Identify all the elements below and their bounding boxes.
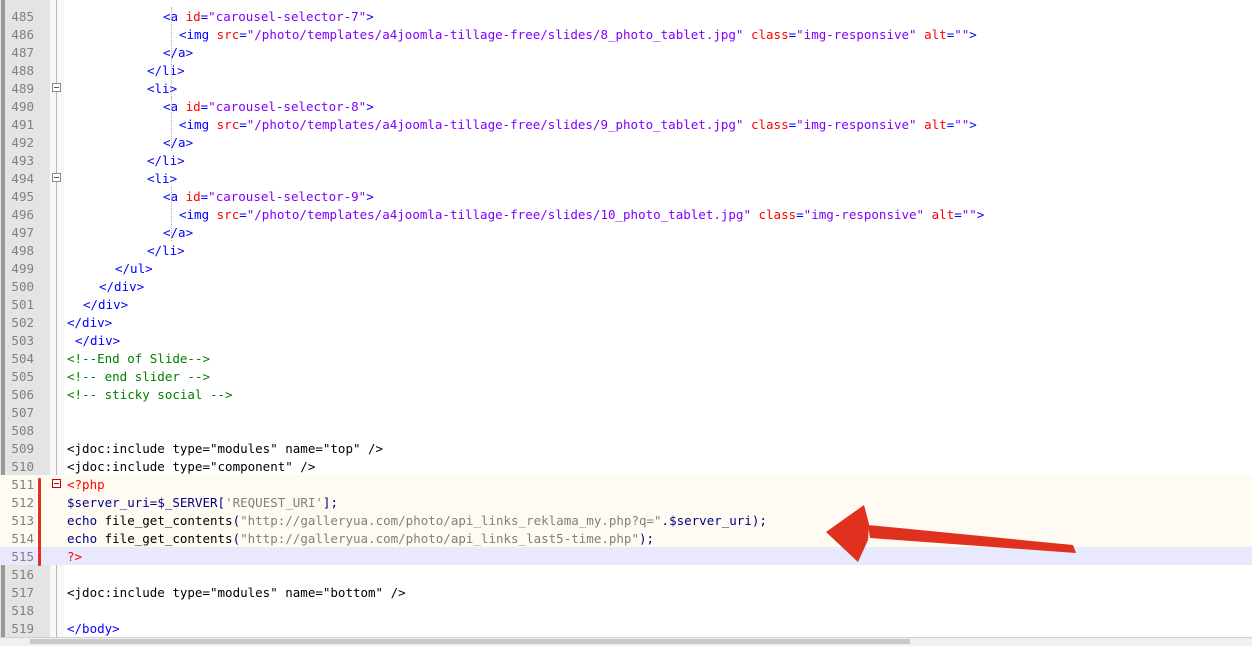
indent-guide (171, 97, 172, 151)
annotation-arrow-icon (826, 505, 1076, 562)
fold-toggle-icon[interactable] (52, 173, 61, 182)
indent-guide (171, 187, 172, 241)
fold-toggle-icon[interactable] (52, 83, 61, 92)
scrollbar-thumb[interactable] (30, 639, 910, 644)
indent-guide (171, 7, 172, 97)
fold-toggle-icon[interactable] (52, 479, 61, 488)
code-editor[interactable]: 485 <a id="carousel-selector-7"> 486 <img s… (0, 0, 1252, 637)
